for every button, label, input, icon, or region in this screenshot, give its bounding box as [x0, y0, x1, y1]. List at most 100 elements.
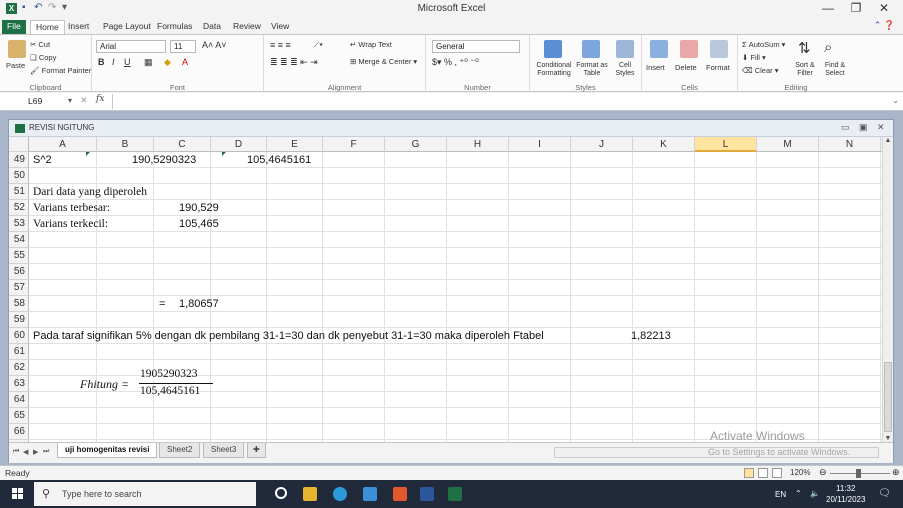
row-header-57[interactable]: 57 [9, 280, 29, 296]
file-explorer-icon[interactable] [303, 487, 317, 501]
cancel-icon[interactable]: ✕ [80, 95, 88, 106]
column-header-h[interactable]: H [447, 137, 509, 152]
merge-center-button[interactable]: ⊞ Merge & Center ▾ [350, 57, 417, 66]
zoom-slider-thumb[interactable] [856, 469, 861, 478]
row-header-55[interactable]: 55 [9, 248, 29, 264]
cell-b58[interactable]: = [159, 296, 165, 312]
font-name-select[interactable]: Arial [96, 40, 166, 53]
row-header-60[interactable]: 60 [9, 328, 29, 344]
language-indicator[interactable]: EN [775, 490, 786, 499]
find-select-button[interactable]: Find & Select [820, 62, 850, 78]
cell-b49[interactable]: 190,5290323 [132, 152, 196, 168]
cell-k60[interactable]: 1,82213 [631, 328, 671, 344]
currency-icon[interactable]: $▾ % , ⁺⁰ ⁻⁰ [432, 57, 479, 68]
vertical-scroll-thumb[interactable] [884, 362, 892, 432]
sheet-tab-sheet2[interactable]: Sheet2 [159, 443, 201, 458]
cell-c52[interactable]: 190,529 [179, 200, 219, 216]
column-header-k[interactable]: K [633, 137, 695, 152]
cell-a52[interactable]: Varians terbesar: [33, 200, 110, 216]
column-header-l[interactable]: L [695, 137, 757, 152]
align-left-icon[interactable]: ≣ ≣ ≣ ⇤ ⇥ [270, 57, 318, 68]
tray-chevron-icon[interactable]: ⌃ [795, 489, 802, 498]
wrap-text-button[interactable]: ↵ Wrap Text [350, 40, 392, 49]
equation-object[interactable]: Fhitung = 1905290323 105,4645161 [80, 364, 230, 402]
column-header-m[interactable]: M [757, 137, 819, 152]
insert-sheet-icon[interactable]: ✚ [247, 443, 266, 458]
windows-start-icon[interactable] [12, 488, 24, 500]
name-box-dropdown-icon[interactable]: ▾ [68, 96, 72, 105]
sort-filter-button[interactable]: Sort & Filter [790, 62, 820, 78]
column-header-e[interactable]: E [267, 137, 323, 152]
column-header-j[interactable]: J [571, 137, 633, 152]
cell-a53[interactable]: Varians terkecil: [33, 216, 108, 232]
first-sheet-icon[interactable]: ⏮ [13, 448, 19, 456]
cell-c58[interactable]: 1,80657 [179, 296, 219, 312]
zoom-in-icon[interactable]: ⊕ [892, 467, 900, 478]
zoom-out-icon[interactable]: ⊖ [819, 467, 827, 478]
tab-home[interactable]: Home [30, 20, 65, 34]
normal-view-icon[interactable] [744, 468, 754, 478]
orientation-icon[interactable]: ⟋▾ [314, 40, 323, 50]
column-header-b[interactable]: B [97, 137, 154, 152]
wb-minimize-icon[interactable]: ▭ [841, 122, 850, 133]
font-color-icon[interactable]: A [182, 57, 188, 67]
tab-file[interactable]: File [2, 20, 26, 34]
wb-restore-icon[interactable]: ▣ [859, 122, 868, 133]
autosum-button[interactable]: Σ AutoSum ▾ [742, 40, 785, 49]
cell-a60[interactable]: Pada taraf signifikan 5% dengan dk pembi… [33, 328, 544, 344]
row-header-56[interactable]: 56 [9, 264, 29, 280]
borders-icon[interactable]: ▦ [144, 57, 153, 68]
row-header-61[interactable]: 61 [9, 344, 29, 360]
insert-function-button[interactable]: fx [96, 94, 104, 104]
align-top-icon[interactable]: ≡ ≡ ≡ [270, 40, 291, 50]
wb-close-icon[interactable]: ✕ [877, 122, 885, 133]
fill-button[interactable]: ⬇ Fill ▾ [742, 53, 766, 62]
format-painter-button[interactable]: 🖌 Format Painter [30, 66, 91, 75]
insert-button[interactable]: Insert [646, 63, 665, 72]
office-icon[interactable] [393, 487, 407, 501]
paste-button[interactable]: Paste [6, 61, 25, 70]
tab-review[interactable]: Review [228, 20, 266, 34]
minimize-icon[interactable]: — [815, 1, 841, 15]
help-icon[interactable]: ⌃ ❓ [874, 20, 895, 31]
tab-data[interactable]: Data [198, 20, 226, 34]
row-header-64[interactable]: 64 [9, 392, 29, 408]
maximize-icon[interactable]: ❐ [843, 1, 869, 15]
underline-icon[interactable]: U [124, 57, 131, 67]
conditional-formatting-button[interactable]: Conditional Formatting [532, 62, 576, 78]
tab-insert[interactable]: Insert [63, 20, 94, 34]
row-header-50[interactable]: 50 [9, 168, 29, 184]
formula-input[interactable] [112, 94, 890, 109]
row-header-53[interactable]: 53 [9, 216, 29, 232]
italic-icon[interactable]: I [112, 57, 115, 67]
row-header-52[interactable]: 52 [9, 200, 29, 216]
format-table-button[interactable]: Format as Table [574, 62, 610, 78]
clear-button[interactable]: ⌫ Clear ▾ [742, 66, 779, 75]
cell-a49[interactable]: S^2 [33, 152, 52, 168]
row-header-58[interactable]: 58 [9, 296, 29, 312]
bold-icon[interactable]: B [98, 57, 105, 67]
page-break-view-icon[interactable] [772, 468, 782, 478]
store-icon[interactable] [363, 487, 377, 501]
cell-styles-button[interactable]: Cell Styles [612, 62, 638, 78]
format-button[interactable]: Format [706, 63, 730, 72]
copy-button[interactable]: ❏ Copy [30, 53, 56, 62]
row-header-66[interactable]: 66 [9, 424, 29, 440]
cell-d49[interactable]: 105,4645161 [247, 152, 311, 168]
paste-icon[interactable] [8, 40, 26, 58]
scroll-up-icon[interactable]: ▲ [883, 137, 893, 144]
tab-page-layout[interactable]: Page Layout [98, 20, 156, 34]
column-header-g[interactable]: G [385, 137, 447, 152]
column-header-f[interactable]: F [323, 137, 385, 152]
edge-icon[interactable] [333, 487, 347, 501]
clock-time[interactable]: 11:32 [836, 484, 855, 493]
name-box[interactable]: L69 [16, 95, 64, 108]
page-layout-view-icon[interactable] [758, 468, 768, 478]
excel-taskbar-icon[interactable] [448, 487, 462, 501]
clock-date[interactable]: 20/11/2023 [826, 495, 865, 504]
row-header-65[interactable]: 65 [9, 408, 29, 424]
volume-icon[interactable]: 🔈 [810, 489, 820, 498]
row-header-63[interactable]: 63 [9, 376, 29, 392]
delete-button[interactable]: Delete [675, 63, 697, 72]
column-header-c[interactable]: C [154, 137, 211, 152]
